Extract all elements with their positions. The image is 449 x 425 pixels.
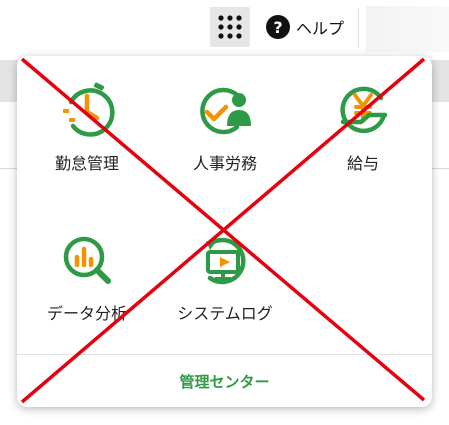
app-launcher-button[interactable] — [210, 7, 250, 47]
admin-center-link[interactable]: 管理センター — [17, 356, 432, 407]
app-label: システムログ — [177, 304, 273, 323]
app-launcher-panel: 勤怠管理 人事労務 給与 データ分析 システムログ 管理センター — [17, 56, 432, 407]
help-button[interactable]: ? ヘルプ — [266, 14, 344, 40]
analytics-magnifier-icon — [63, 236, 111, 284]
app-system-log[interactable]: システムログ — [155, 232, 295, 352]
app-label: 給与 — [346, 154, 379, 173]
footer-divider — [17, 354, 432, 355]
app-label: データ分析 — [46, 304, 127, 323]
question-circle-icon: ? — [266, 15, 290, 39]
hr-person-icon — [200, 87, 251, 135]
app-data-analysis[interactable]: データ分析 — [17, 232, 157, 352]
app-label: 勤怠管理 — [54, 154, 119, 173]
app-payroll[interactable]: 給与 — [293, 82, 432, 202]
payroll-yen-icon — [340, 86, 388, 134]
system-log-monitor-icon — [206, 237, 246, 285]
grid-icon — [218, 15, 242, 39]
app-attendance[interactable]: 勤怠管理 — [17, 82, 157, 202]
app-label: 人事労務 — [192, 154, 257, 173]
app-hr[interactable]: 人事労務 — [155, 82, 295, 202]
attendance-clock-icon — [63, 82, 115, 137]
help-label: ヘルプ — [296, 19, 345, 38]
top-bar-divider — [358, 8, 359, 48]
user-menu-area[interactable] — [366, 6, 449, 52]
